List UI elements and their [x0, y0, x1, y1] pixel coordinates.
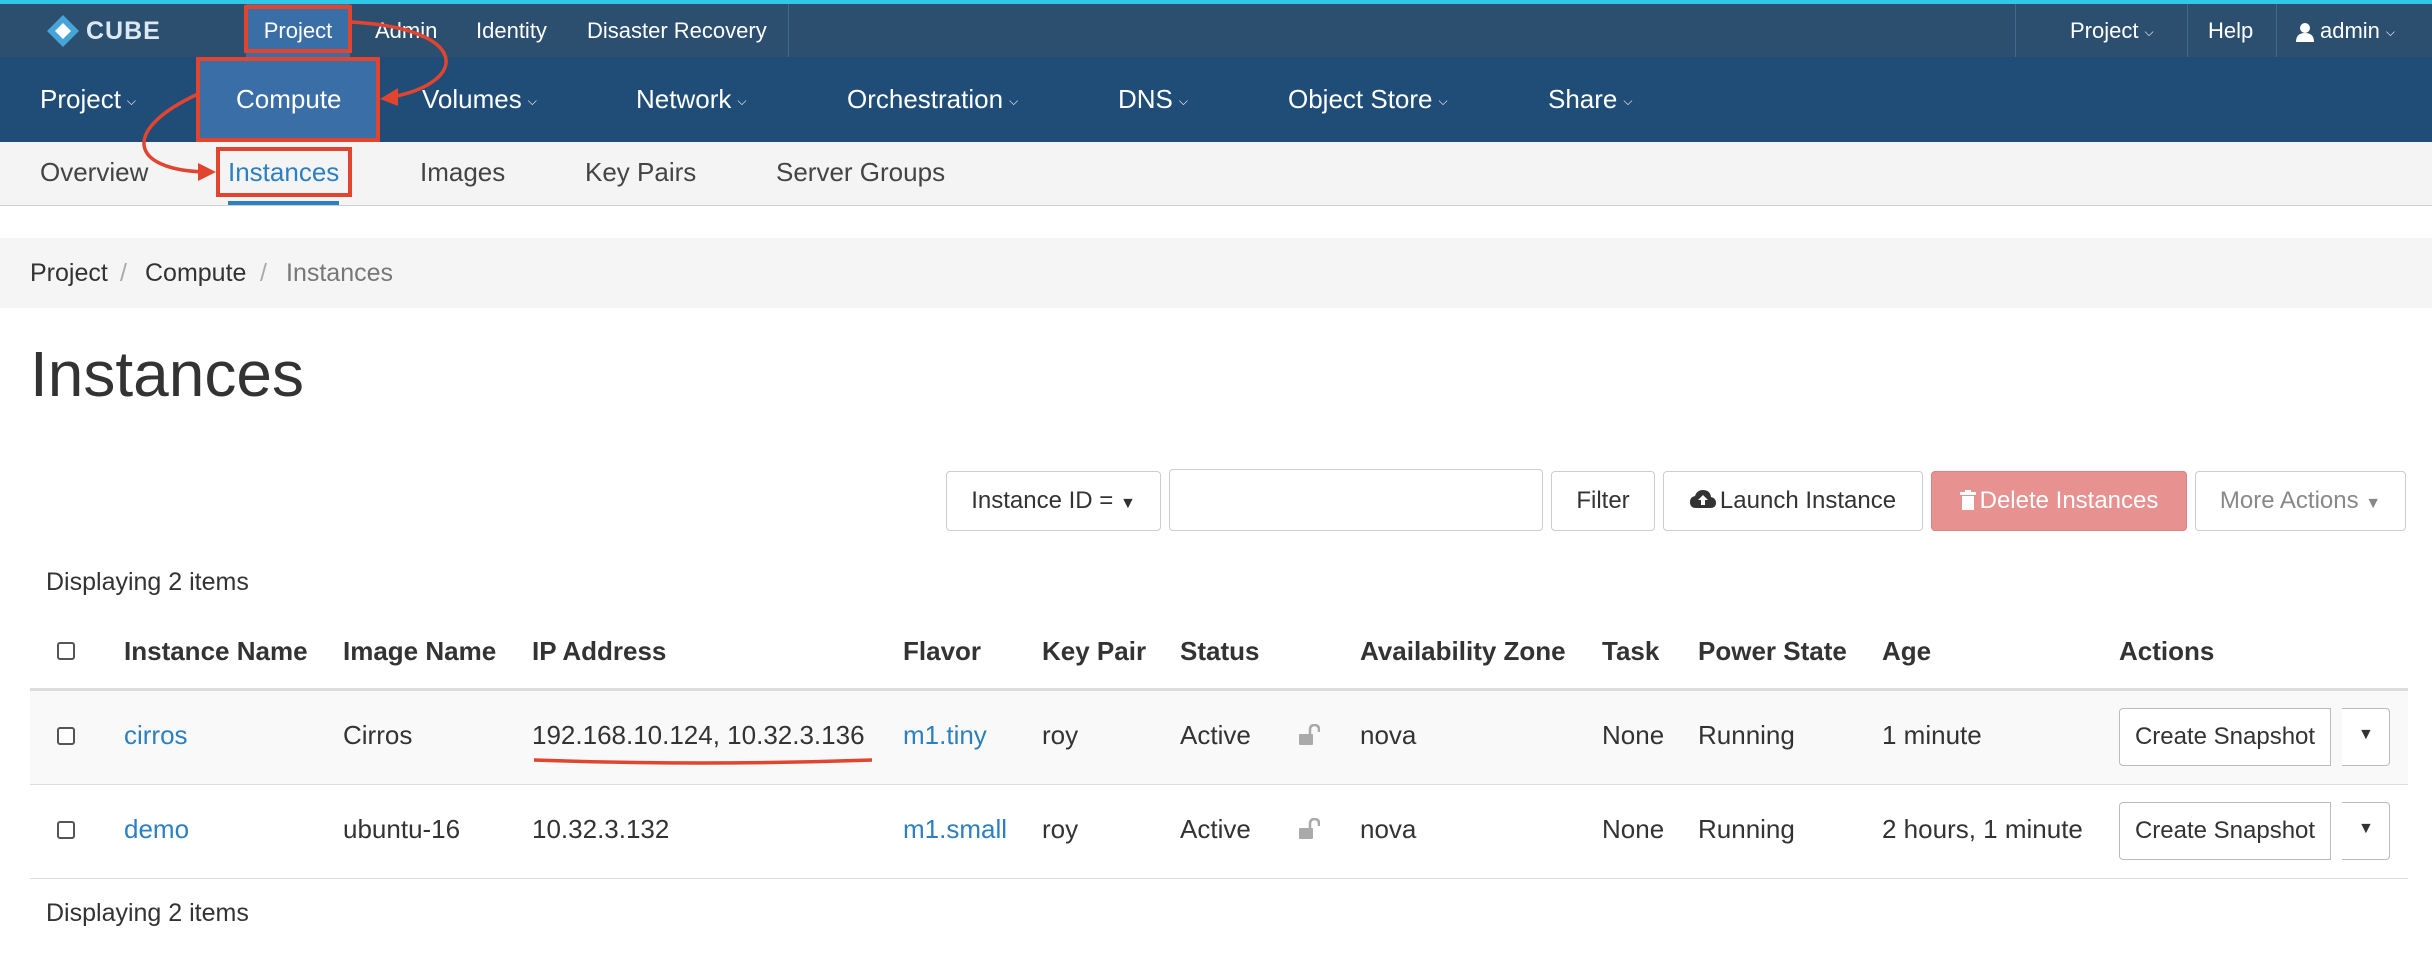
annotation-arrows [142, 20, 873, 765]
